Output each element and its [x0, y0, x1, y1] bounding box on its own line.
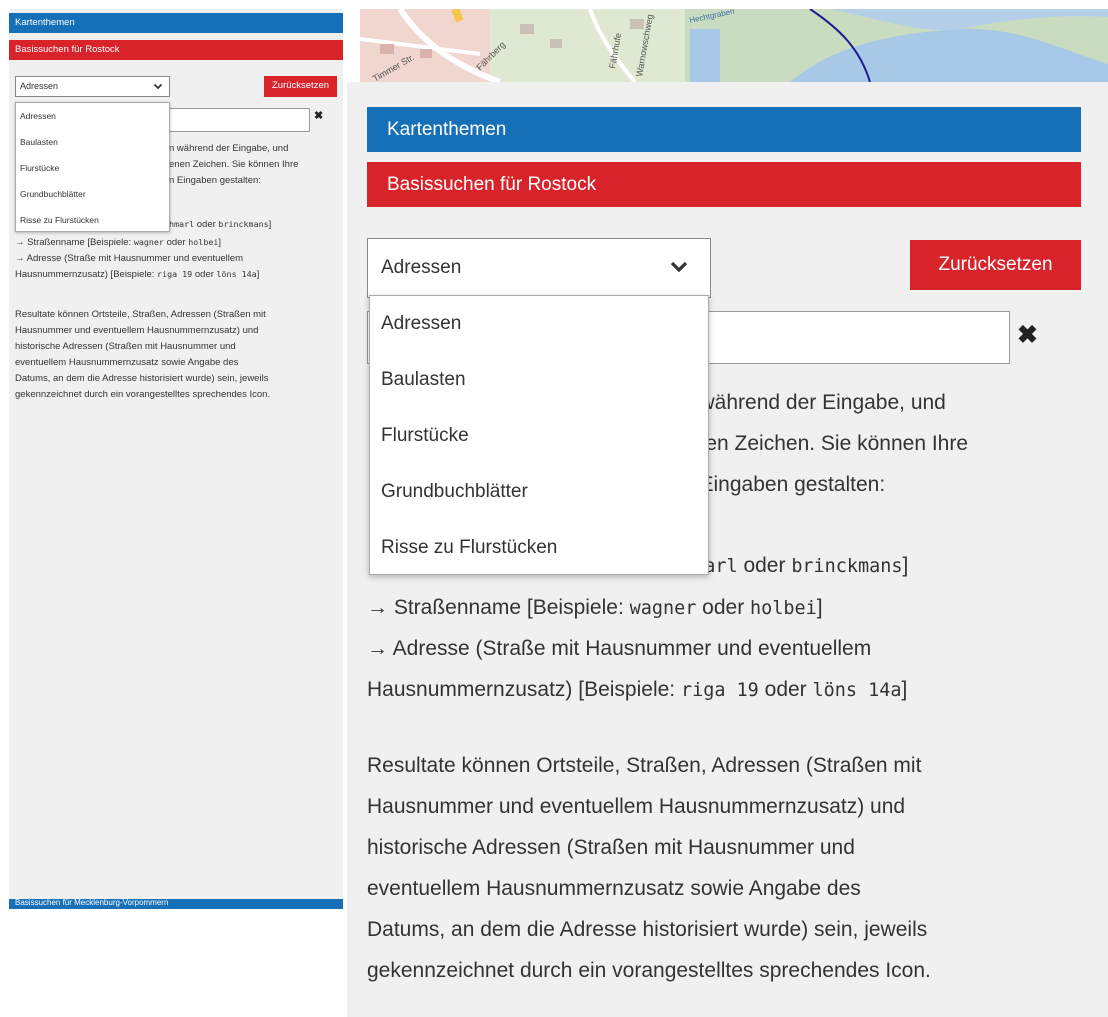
search-type-select-value: Adressen — [381, 257, 462, 278]
help-text-fragment: Hausnummernzusatz) [Beispiele: — [15, 269, 158, 280]
map-image: Fährberg Fährhufe Hechtgraben Warnowschw… — [360, 9, 1108, 82]
dropdown-option[interactable]: Flurstücke — [370, 408, 708, 464]
help-text-line: hmarl oder brinckmans] — [682, 545, 908, 587]
example-code: löns 14a — [812, 680, 902, 701]
dropdown-option[interactable]: Adressen — [16, 103, 169, 129]
help-text-fragment: → Straßenname [Beispiele: — [367, 596, 630, 619]
dropdown-option[interactable]: Adressen — [370, 296, 708, 352]
search-type-select[interactable]: Adressen — [367, 238, 711, 298]
help-text-line: n Eingaben gestalten: — [169, 175, 261, 186]
result-text-line: gekennzeichnet durch ein vorangestelltes… — [15, 389, 271, 400]
reset-button[interactable]: Zurücksetzen — [910, 240, 1081, 290]
example-code: brinckmans — [791, 556, 903, 577]
help-text-fragment: oder — [737, 554, 792, 577]
basissuchen-rostock-header[interactable]: Basissuchen für Rostock — [367, 162, 1081, 207]
help-text-line: → Straßenname [Beispiele: wagner oder ho… — [15, 235, 221, 251]
help-text-line: n während der Eingabe, und — [682, 391, 946, 414]
result-text-line: gekennzeichnet durch ein vorangestelltes… — [367, 959, 931, 982]
help-text-fragment: ] — [901, 678, 908, 701]
help-text-line: Hausnummernzusatz) [Beispiele: riga 19 o… — [367, 669, 907, 711]
dropdown-option[interactable]: Flurstücke — [16, 155, 169, 181]
help-text-fragment: Hausnummernzusatz) [Beispiele: — [367, 678, 681, 701]
kartenthemen-header[interactable]: Kartenthemen — [367, 107, 1081, 152]
help-text-line: n während der Eingabe, und — [169, 143, 289, 154]
help-text-fragment: ] — [268, 219, 272, 230]
small-sidebar-panel: Kartenthemen Basissuchen für Rostock Adr… — [9, 9, 343, 909]
dropdown-option[interactable]: Baulasten — [16, 129, 169, 155]
help-text-line: enen Zeichen. Sie können Ihre — [169, 159, 299, 170]
example-code: brinckmans — [218, 219, 269, 229]
help-text-fragment: oder — [194, 219, 219, 230]
help-text-line: → Adresse (Straße mit Hausnummer und eve… — [367, 637, 872, 660]
help-text-line: n Eingaben gestalten: — [682, 473, 886, 496]
help-text-fragment: ] — [816, 596, 823, 619]
example-code: riga 19 — [157, 269, 193, 279]
map-view[interactable]: Fährberg Fährhufe Hechtgraben Warnowschw… — [360, 9, 1108, 82]
search-type-dropdown: Adressen Baulasten Flurstücke Grundbuchb… — [15, 102, 170, 232]
clear-icon[interactable]: ✖ — [314, 109, 323, 122]
dropdown-option[interactable]: Risse zu Flurstücken — [16, 207, 169, 233]
result-text-line: eventuellem Hausnummernzusatz sowie Anga… — [15, 357, 239, 368]
result-text-line: Resultate können Ortsteile, Straßen, Adr… — [367, 754, 922, 777]
help-text-fragment: oder — [696, 596, 751, 619]
help-text-fragment: ] — [256, 269, 260, 280]
search-type-select-value: Adressen — [20, 81, 59, 91]
dropdown-option[interactable]: Risse zu Flurstücken — [370, 520, 708, 576]
basissuchen-rostock-header[interactable]: Basissuchen für Rostock — [9, 40, 343, 60]
result-text-line: Datums, an dem die Adresse historisiert … — [367, 918, 928, 941]
result-text-line: Hausnummer und eventuellem Hausnummernzu… — [367, 795, 906, 818]
help-text-fragment: → Straßenname [Beispiele: — [15, 237, 134, 248]
result-text-line: Datums, an dem die Adresse historisiert … — [15, 373, 269, 384]
help-text-fragment: oder — [163, 237, 189, 248]
example-code: wagner — [133, 237, 164, 247]
help-text-line: → Straßenname [Beispiele: wagner oder ho… — [367, 587, 823, 629]
basissuchen-mv-header[interactable]: Basissuchen für Mecklenburg-Vorpommern — [9, 899, 343, 909]
result-text-line: Hausnummer und eventuellem Hausnummernzu… — [15, 325, 259, 336]
example-code: holbei — [750, 598, 817, 619]
chevron-down-icon — [153, 77, 163, 103]
kartenthemen-header[interactable]: Kartenthemen — [9, 13, 343, 33]
help-text-line: enen Zeichen. Sie können Ihre — [682, 432, 969, 455]
example-code: wagner — [629, 598, 697, 619]
search-type-select[interactable]: Adressen — [15, 76, 170, 97]
example-code: hmarl — [169, 219, 195, 229]
help-text-line: Hausnummernzusatz) [Beispiele: riga 19 o… — [15, 267, 259, 283]
help-text-fragment: ] — [218, 237, 222, 248]
help-text-line: → Adresse (Straße mit Hausnummer und eve… — [15, 253, 244, 264]
result-text-line: Resultate können Ortsteile, Straßen, Adr… — [15, 309, 266, 320]
help-text-line: hmarl oder brinckmans] — [169, 217, 271, 233]
result-text-line: historische Adressen (Straßen mit Hausnu… — [15, 341, 236, 352]
reset-button[interactable]: Zurücksetzen — [264, 76, 337, 97]
clear-icon[interactable]: ✖ — [1017, 320, 1038, 350]
help-text-fragment: ] — [902, 554, 909, 577]
example-code: löns 14a — [216, 269, 257, 279]
result-text-line: eventuellem Hausnummernzusatz sowie Anga… — [367, 877, 861, 900]
dropdown-option[interactable]: Baulasten — [370, 352, 708, 408]
help-text-fragment: oder — [192, 269, 217, 280]
search-type-dropdown: Adressen Baulasten Flurstücke Grundbuchb… — [369, 295, 709, 575]
example-code: riga 19 — [680, 680, 759, 701]
dropdown-option[interactable]: Grundbuchblätter — [370, 464, 708, 520]
help-text-fragment: oder — [758, 678, 813, 701]
example-code: holbei — [188, 237, 219, 247]
dropdown-option[interactable]: Grundbuchblätter — [16, 181, 169, 207]
result-text-line: historische Adressen (Straßen mit Hausnu… — [367, 836, 855, 859]
zoomed-sidebar-panel: Kartenthemen Basissuchen für Rostock Adr… — [347, 82, 1108, 1017]
